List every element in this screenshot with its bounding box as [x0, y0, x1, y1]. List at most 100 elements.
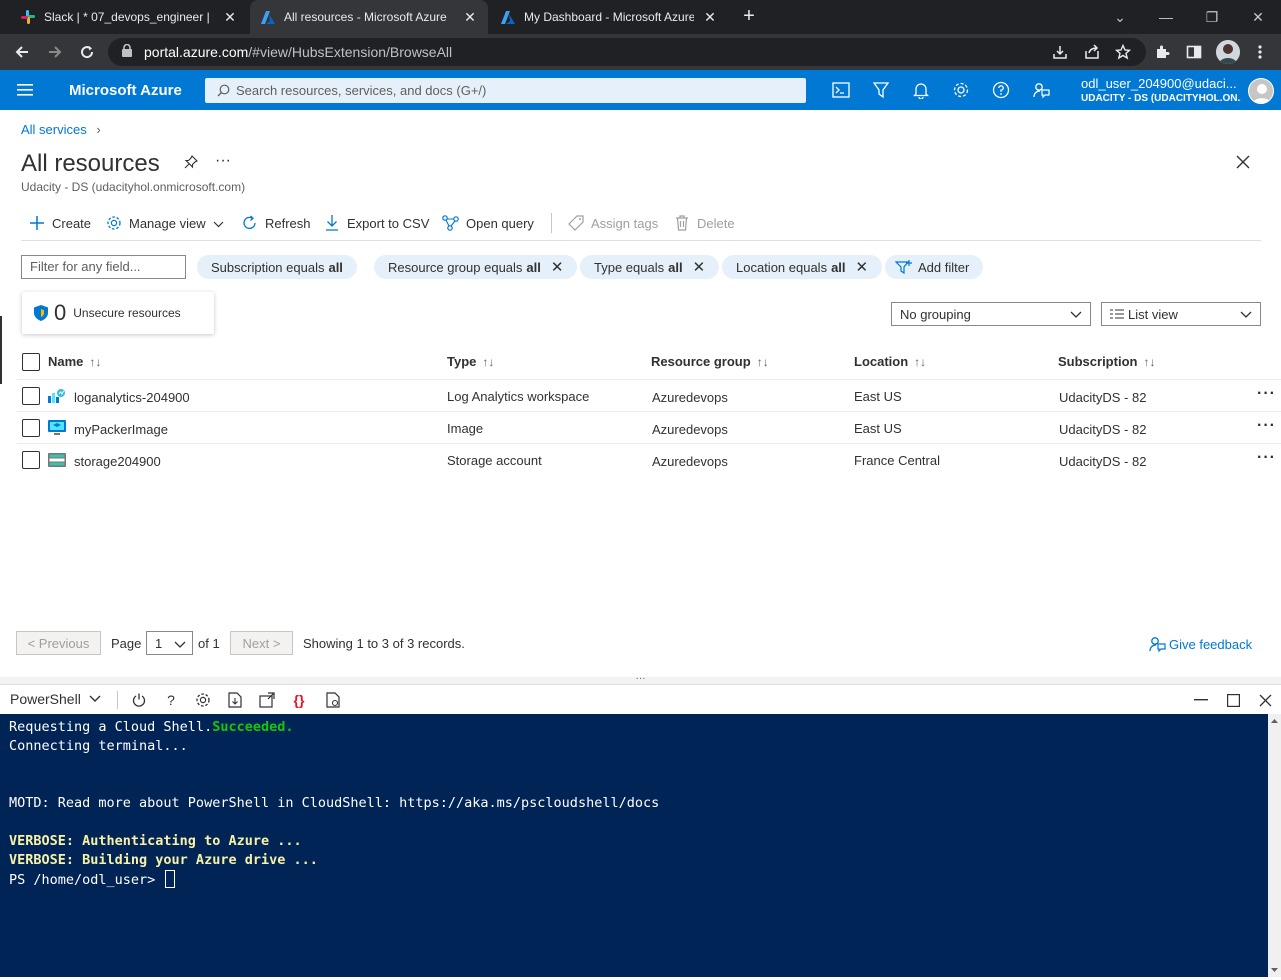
minimize-button[interactable] — [1192, 691, 1210, 709]
feedback-icon[interactable] — [1030, 79, 1052, 101]
row-more-icon[interactable]: ··· — [1257, 449, 1276, 467]
chevron-down-icon[interactable]: ⌄ — [1098, 0, 1142, 34]
close-icon[interactable] — [1256, 691, 1274, 709]
tab-slack[interactable]: Slack | * 07_devops_engineer | Bo ✕ — [10, 0, 248, 34]
minimize-button[interactable]: — — [1144, 0, 1188, 34]
previous-page-button[interactable]: < Previous — [16, 631, 101, 655]
row-checkbox[interactable] — [22, 387, 40, 405]
terminal-output[interactable]: Requesting a Cloud Shell.Succeeded. Conn… — [0, 714, 1281, 977]
resource-group-link[interactable]: Azuredevops — [652, 454, 728, 469]
install-app-icon[interactable] — [1048, 40, 1072, 64]
refresh-button[interactable]: Refresh — [241, 212, 311, 234]
close-icon[interactable]: ✕ — [551, 258, 564, 276]
account-menu[interactable]: odl_user_204900@udaci... UDACITY - DS (U… — [1081, 76, 1241, 104]
open-session-icon[interactable] — [258, 691, 276, 709]
close-window-button[interactable]: ✕ — [1236, 0, 1280, 34]
resource-name-link[interactable]: storage204900 — [74, 454, 161, 469]
tab-my-dashboard[interactable]: My Dashboard - Microsoft Azure ✕ — [490, 0, 728, 34]
add-filter-button[interactable]: Add filter — [885, 255, 984, 279]
give-feedback-link[interactable]: Give feedback — [1148, 635, 1252, 653]
profile-avatar[interactable] — [1216, 40, 1240, 64]
resource-name-link[interactable]: loganalytics-204900 — [74, 390, 190, 405]
close-icon[interactable]: ✕ — [693, 258, 706, 276]
column-header-name[interactable]: Name ↑↓ — [48, 354, 101, 369]
forward-arrow-icon[interactable] — [43, 40, 67, 64]
new-tab-button[interactable]: + — [738, 5, 760, 27]
upload-download-icon[interactable] — [226, 691, 244, 709]
view-dropdown[interactable]: List view — [1101, 302, 1261, 326]
create-label: Create — [52, 215, 92, 231]
bell-icon[interactable] — [910, 79, 932, 101]
close-icon[interactable]: ✕ — [462, 9, 478, 26]
resource-name-link[interactable]: myPackerImage — [74, 422, 168, 437]
pin-icon[interactable] — [184, 155, 198, 172]
avatar[interactable] — [1248, 78, 1274, 104]
terminal-scrollbar[interactable] — [1268, 714, 1281, 977]
close-icon[interactable]: ✕ — [856, 258, 869, 276]
global-search-input[interactable]: Search resources, services, and docs (G+… — [205, 78, 806, 103]
resource-group-link[interactable]: Azuredevops — [652, 390, 728, 405]
column-header-subscription[interactable]: Subscription ↑↓ — [1058, 354, 1155, 369]
directory-filter-icon[interactable] — [870, 79, 892, 101]
shell-type-dropdown[interactable]: PowerShell — [10, 691, 101, 707]
filter-pill-subscription[interactable]: Subscription equals all — [197, 255, 357, 279]
manage-view-button[interactable]: Manage view — [105, 212, 224, 234]
tab-all-resources[interactable]: All resources - Microsoft Azure ✕ — [250, 0, 488, 34]
more-options-icon[interactable]: ··· — [215, 152, 231, 170]
share-icon[interactable] — [1080, 40, 1104, 64]
browser-menu-icon[interactable] — [1248, 40, 1272, 64]
filter-pill-location[interactable]: Location equals all ✕ — [722, 255, 883, 279]
web-preview-icon[interactable] — [324, 691, 342, 709]
filter-input[interactable]: Filter for any field... — [21, 255, 186, 279]
column-header-type[interactable]: Type ↑↓ — [447, 354, 494, 369]
resource-location: East US — [854, 389, 902, 404]
gear-icon[interactable] — [194, 691, 212, 709]
subscription-link[interactable]: UdacityDS - 82 — [1059, 422, 1146, 437]
next-page-button[interactable]: Next > — [230, 631, 293, 655]
breadcrumb-all-services[interactable]: All services — [21, 122, 87, 137]
maximize-button[interactable] — [1224, 691, 1242, 709]
row-checkbox[interactable] — [22, 419, 40, 437]
resize-handle[interactable]: ··· — [0, 674, 1281, 684]
side-panel-icon[interactable] — [1182, 40, 1206, 64]
gear-icon[interactable] — [950, 79, 972, 101]
row-checkbox[interactable] — [22, 451, 40, 469]
back-arrow-icon[interactable] — [10, 40, 34, 64]
help-icon[interactable]: ? — [162, 691, 180, 709]
extensions-icon[interactable] — [1150, 40, 1174, 64]
open-query-button[interactable]: Open query — [442, 212, 534, 234]
filter-pill-type[interactable]: Type equals all ✕ — [580, 255, 720, 279]
close-icon[interactable]: ✕ — [222, 9, 238, 26]
scroll-indicator — [0, 316, 2, 384]
column-header-location[interactable]: Location ↑↓ — [854, 354, 926, 369]
subscription-link[interactable]: UdacityDS - 82 — [1059, 390, 1146, 405]
grouping-dropdown[interactable]: No grouping — [891, 302, 1091, 326]
restore-button[interactable]: ❐ — [1190, 0, 1234, 34]
star-icon[interactable] — [1111, 40, 1135, 64]
braces-editor-icon[interactable]: {} — [290, 691, 308, 709]
create-button[interactable]: Create — [28, 212, 91, 234]
delete-button[interactable]: Delete — [673, 212, 735, 234]
reload-icon[interactable] — [75, 40, 99, 64]
power-icon[interactable] — [130, 691, 148, 709]
resource-group-link[interactable]: Azuredevops — [652, 422, 728, 437]
cloud-shell-icon[interactable] — [830, 79, 852, 101]
chevron-down-icon — [89, 695, 101, 703]
subscription-link[interactable]: UdacityDS - 82 — [1059, 454, 1146, 469]
assign-tags-button[interactable]: Assign tags — [567, 212, 658, 234]
url-field[interactable]: portal.azure.com/#view/HubsExtension/Bro… — [108, 38, 1146, 66]
unsecure-resources-card[interactable]: 0 Unsecure resources — [22, 292, 214, 334]
export-csv-button[interactable]: Export to CSV — [323, 212, 429, 234]
azure-brand[interactable]: Microsoft Azure — [69, 82, 182, 99]
hamburger-menu-icon[interactable] — [17, 83, 33, 100]
row-more-icon[interactable]: ··· — [1257, 385, 1276, 403]
select-all-checkbox[interactable] — [22, 353, 40, 371]
page-select[interactable]: 1 — [146, 631, 193, 655]
close-icon[interactable]: ✕ — [702, 9, 718, 26]
row-more-icon[interactable]: ··· — [1257, 417, 1276, 435]
filter-pill-resource-group[interactable]: Resource group equals all ✕ — [374, 255, 578, 279]
help-icon[interactable] — [990, 79, 1012, 101]
column-header-resource-group[interactable]: Resource group ↑↓ — [651, 354, 769, 369]
close-icon[interactable] — [1236, 155, 1250, 172]
